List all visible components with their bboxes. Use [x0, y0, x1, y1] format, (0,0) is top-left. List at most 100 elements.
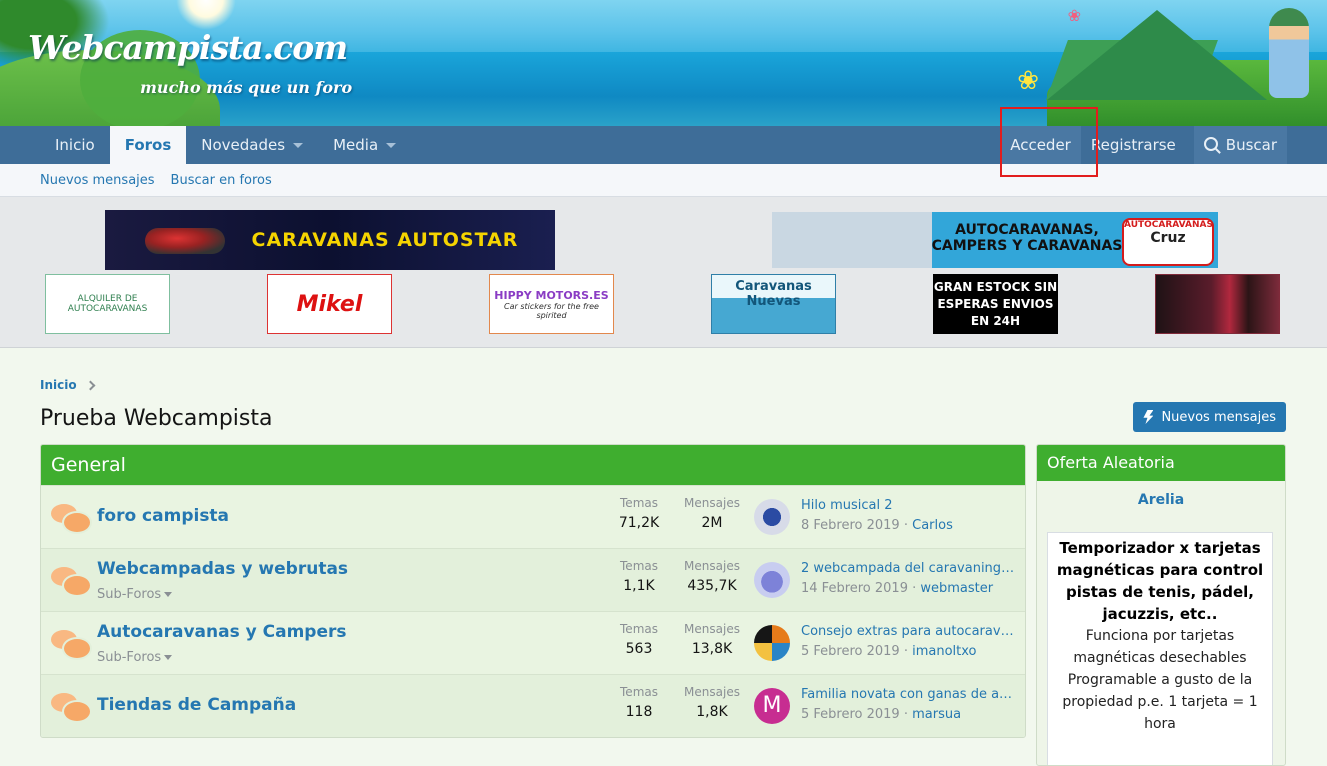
- ad-nuevas-text: Caravanas Nuevas: [735, 279, 812, 309]
- last-post-user[interactable]: Carlos: [912, 518, 953, 533]
- stat-temas: Temas 1,1K: [611, 559, 667, 594]
- ad-shop-photo[interactable]: [1155, 274, 1280, 334]
- chat-bubbles-icon: [51, 565, 92, 597]
- node-list: foro campista Temas 71,2K Mensajes 2M Hilo…: [41, 485, 1025, 737]
- last-post-meta: 5 Febrero 2019 · marsua: [801, 707, 962, 722]
- stat-value: 1,8K: [696, 704, 728, 720]
- stat-label: Temas: [620, 622, 658, 636]
- nav-tabs: Inicio Foros Novedades Media: [40, 126, 411, 164]
- search-icon: [1203, 137, 1218, 151]
- stat-mensajes: Mensajes 13,8K: [681, 622, 743, 657]
- site-tagline: mucho más que un foro: [140, 78, 353, 97]
- bolt-icon: [1143, 410, 1154, 424]
- last-post-date[interactable]: 8 Febrero 2019: [801, 518, 900, 533]
- subforos-toggle[interactable]: Sub-Foros: [97, 587, 173, 602]
- avatar[interactable]: [754, 499, 790, 535]
- chat-bubbles-icon: [51, 628, 92, 660]
- caravan-image: [145, 228, 225, 254]
- ad-cruz-logo-top: AUTOCARAVANAS: [1124, 220, 1213, 230]
- last-post-user[interactable]: marsua: [912, 707, 961, 722]
- new-posts-label: Nuevos mensajes: [1161, 409, 1276, 425]
- offer-name-link[interactable]: Arelia: [1037, 492, 1285, 508]
- stat-mensajes: Mensajes 1,8K: [681, 685, 743, 720]
- last-post-title[interactable]: 2 webcampada del caravaning al...: [801, 561, 1015, 576]
- caret-down-icon: [164, 655, 173, 660]
- subforos-toggle[interactable]: Sub-Foros: [97, 650, 173, 665]
- forum-node: Tiendas de Campaña Temas 118 Mensajes 1,8K…: [41, 674, 1025, 737]
- sidebar-header: Oferta Aleatoria: [1037, 445, 1285, 481]
- ad-mikel-caravanas[interactable]: Mikel: [267, 274, 392, 334]
- butterfly-yellow-icon: ❀: [1017, 66, 1039, 96]
- ad-alquiler-autocaravanas[interactable]: ALQUILER DE AUTOCARAVANAS: [45, 274, 170, 334]
- last-post-title[interactable]: Hilo musical 2: [801, 498, 1015, 513]
- last-post-title[interactable]: Consejo extras para autocaravan...: [801, 624, 1015, 639]
- avatar[interactable]: [754, 562, 790, 598]
- node-title[interactable]: foro campista: [97, 506, 229, 526]
- new-posts-button[interactable]: Nuevos mensajes: [1133, 402, 1286, 432]
- stat-mensajes: Mensajes 2M: [681, 496, 743, 531]
- forum-node: Webcampadas y webrutas Sub-Foros Temas 1,…: [41, 548, 1025, 611]
- site-header: ❀ ❀ Webcampista.com mucho más que un for…: [0, 0, 1327, 126]
- ad-caravanas-autostar[interactable]: CARAVANAS AUTOSTAR: [105, 210, 555, 270]
- stat-temas: Temas 71,2K: [611, 496, 667, 531]
- stat-label: Mensajes: [684, 559, 740, 573]
- login-button[interactable]: Acceder: [1000, 126, 1081, 164]
- tab-inicio[interactable]: Inicio: [40, 126, 110, 164]
- last-post-user[interactable]: webmaster: [920, 581, 993, 596]
- offer-card[interactable]: Temporizador x tarjetas magnéticas para …: [1047, 532, 1273, 765]
- subforos-label: Sub-Foros: [97, 587, 162, 602]
- last-post-date[interactable]: 5 Febrero 2019: [801, 707, 900, 722]
- stat-label: Temas: [620, 496, 658, 510]
- site-logo[interactable]: Webcampista.com: [28, 28, 348, 67]
- subnav-new-posts-link[interactable]: Nuevos mensajes: [40, 173, 155, 188]
- stat-value: 2M: [701, 515, 723, 531]
- node-title[interactable]: Tiendas de Campaña: [97, 695, 296, 715]
- last-post-date[interactable]: 5 Febrero 2019: [801, 644, 900, 659]
- stat-value: 563: [625, 641, 653, 657]
- forum-block-general: General foro campista Temas 71,2K Mensaje…: [40, 444, 1026, 738]
- search-button[interactable]: Buscar: [1193, 126, 1287, 164]
- ad-cruz-text: AUTOCARAVANAS, CAMPERS Y CARAVANAS: [931, 222, 1123, 254]
- last-post-user[interactable]: imanoltxo: [912, 644, 976, 659]
- tab-label: Media: [333, 136, 379, 154]
- stat-value: 1,1K: [623, 578, 655, 594]
- stat-label: Mensajes: [684, 622, 740, 636]
- tab-media[interactable]: Media: [318, 126, 411, 164]
- ad-caravanas-nuevas[interactable]: Caravanas Nuevas: [711, 274, 836, 334]
- ad-hippy-motors[interactable]: HIPPY MOTORS.ES Car stickers for the free…: [489, 274, 614, 334]
- tab-foros[interactable]: Foros: [109, 126, 187, 164]
- last-post-title[interactable]: Familia novata con ganas de apr...: [801, 687, 1015, 702]
- ad-cruz-logo: AUTOCARAVANAS Cruz: [1122, 218, 1214, 266]
- main-navbar: Inicio Foros Novedades Media Acceder Reg…: [0, 126, 1327, 164]
- breadcrumb: Inicio: [40, 378, 96, 392]
- tab-label: Novedades: [201, 136, 286, 154]
- chevron-down-icon[interactable]: [386, 142, 397, 148]
- stat-temas: Temas 118: [611, 685, 667, 720]
- last-post-date[interactable]: 14 Febrero 2019: [801, 581, 908, 596]
- breadcrumb-home[interactable]: Inicio: [40, 378, 77, 392]
- search-label: Buscar: [1225, 136, 1277, 154]
- sub-navigation: Nuevos mensajes Buscar en foros: [0, 164, 1327, 197]
- stat-label: Temas: [620, 559, 658, 573]
- chevron-down-icon[interactable]: [293, 142, 304, 148]
- register-button[interactable]: Registrarse: [1081, 126, 1186, 164]
- subnav-search-forums-link[interactable]: Buscar en foros: [171, 173, 272, 188]
- header-sun: [176, 0, 236, 30]
- sidebar-random-offer: Oferta Aleatoria Arelia Temporizador x t…: [1036, 444, 1286, 766]
- ad-autocaravanas-cruz[interactable]: AUTOCARAVANAS, CAMPERS Y CARAVANAS AUTOC…: [772, 212, 1218, 268]
- offer-title: Temporizador x tarjetas magnéticas para …: [1056, 539, 1264, 623]
- node-title[interactable]: Webcampadas y webrutas: [97, 559, 348, 579]
- tab-novedades[interactable]: Novedades: [186, 126, 318, 164]
- butterfly-icon: ❀: [1067, 6, 1081, 25]
- chat-bubbles-icon: [51, 502, 92, 534]
- node-title[interactable]: Autocaravanas y Campers: [97, 622, 347, 642]
- avatar[interactable]: M: [754, 688, 790, 724]
- stat-value: 13,8K: [691, 641, 733, 657]
- tab-label: Inicio: [55, 136, 95, 154]
- ad-gran-estock[interactable]: GRAN ESTOCK SIN ESPERAS ENVIOS EN 24H: [933, 274, 1058, 334]
- subforos-label: Sub-Foros: [97, 650, 162, 665]
- stat-label: Mensajes: [684, 496, 740, 510]
- forum-node: Autocaravanas y Campers Sub-Foros Temas 5…: [41, 611, 1025, 674]
- block-header[interactable]: General: [41, 445, 1025, 485]
- avatar[interactable]: [754, 625, 790, 661]
